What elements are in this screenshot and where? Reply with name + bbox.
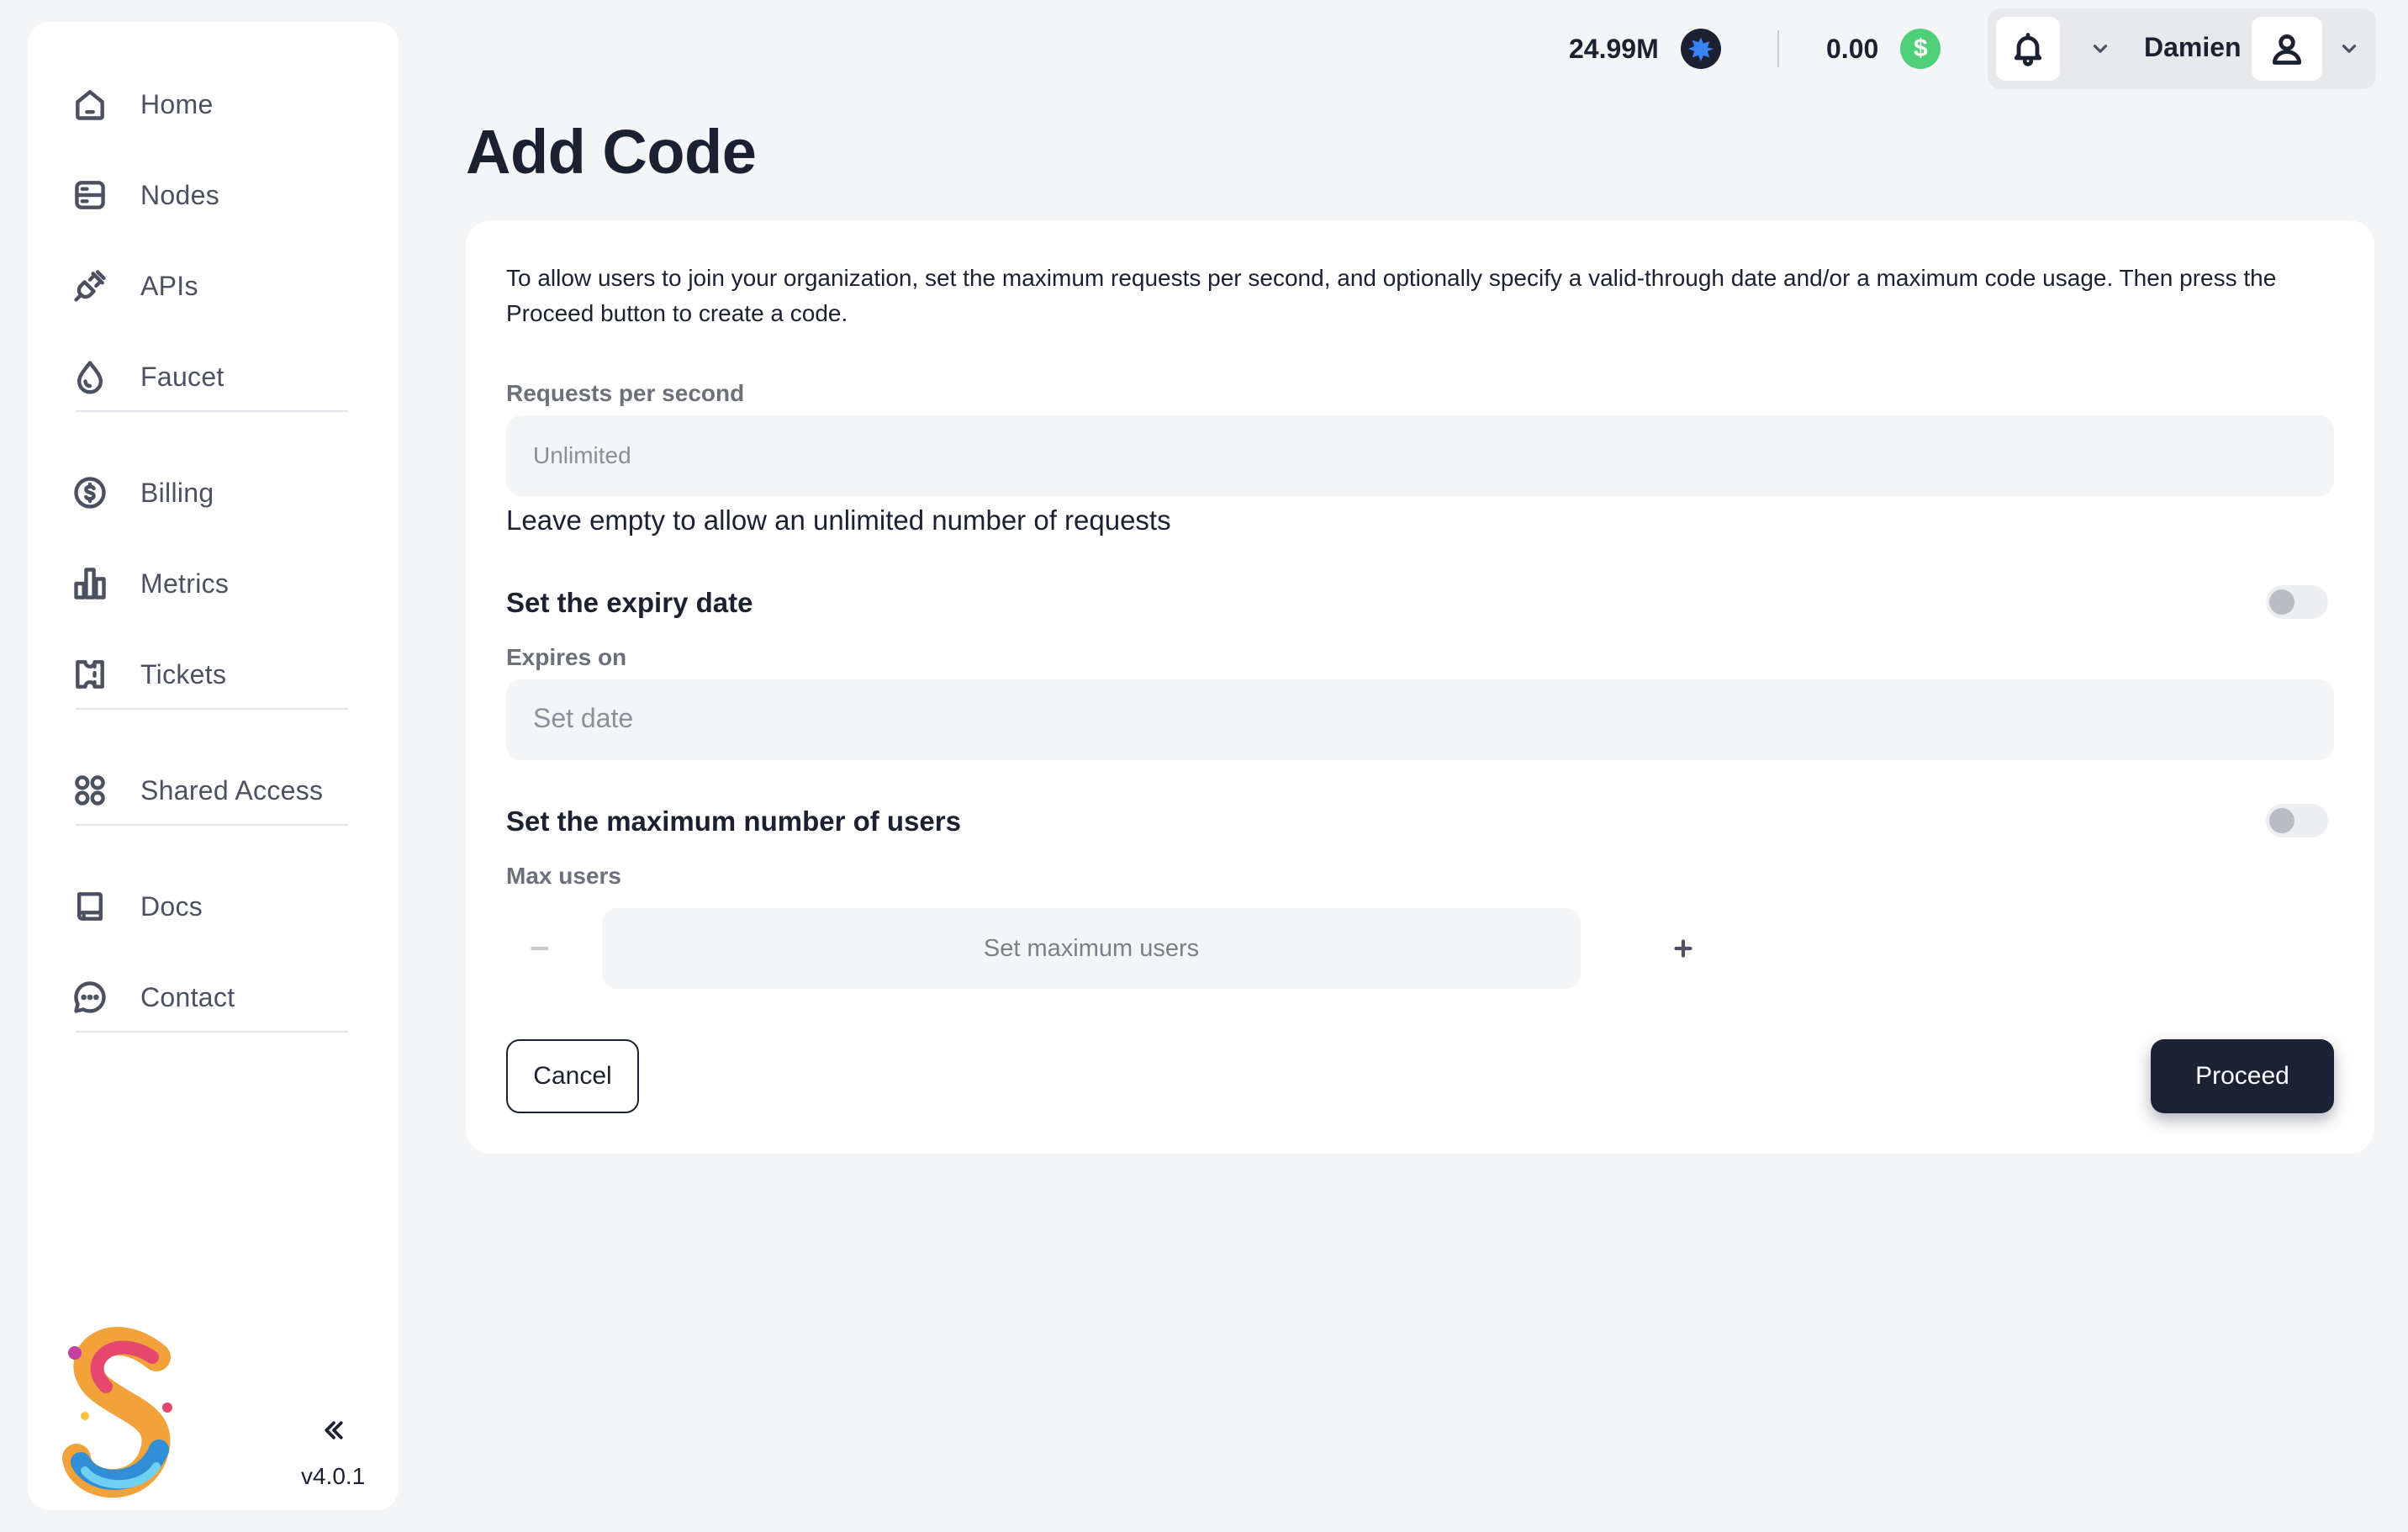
sidebar-item-label: APIs	[140, 270, 198, 301]
expiry-section-title: Set the expiry date	[506, 587, 753, 618]
sidebar-item-label: Metrics	[140, 568, 230, 599]
sidebar-item-label: Billing	[140, 477, 214, 508]
token-balance-value: 24.99M	[1569, 33, 1659, 64]
page-title: Add Code	[466, 117, 757, 187]
chevrons-left-icon	[325, 1421, 343, 1440]
brand-logo	[60, 1323, 186, 1500]
app-root: Home Nodes APIs Faucet Billing Metrics T…	[0, 0, 2408, 1532]
user-icon	[2272, 34, 2302, 65]
token-balance: 24.99M	[1569, 27, 1721, 71]
increment-button[interactable]	[1658, 923, 1708, 974]
expires-on-label: Expires on	[506, 644, 627, 670]
max-users-toggle[interactable]	[2266, 804, 2328, 837]
sidebar-divider	[76, 1031, 348, 1033]
proceed-button[interactable]: Proceed	[2151, 1039, 2334, 1113]
sidebar-item-apis[interactable]: APIs	[70, 254, 356, 318]
sidebar-item-faucet[interactable]: Faucet	[70, 345, 356, 409]
sidebar-item-label: Contact	[140, 981, 235, 1012]
sidebar-item-home[interactable]: Home	[70, 72, 356, 136]
minus-icon	[531, 946, 549, 951]
header-separator	[1777, 30, 1779, 67]
sidebar-item-tickets[interactable]: Tickets	[70, 642, 356, 706]
expiry-toggle[interactable]	[2266, 585, 2328, 619]
home-icon	[70, 84, 110, 124]
decrement-button[interactable]	[515, 923, 565, 974]
chat-bubble-icon	[70, 977, 110, 1017]
toggle-knob	[2269, 808, 2294, 833]
intro-text: To allow users to join your organization…	[506, 265, 2277, 326]
user-menu[interactable]: Damien	[2122, 8, 2376, 89]
user-name: Damien	[2144, 32, 2242, 62]
sidebar-item-label: Shared Access	[140, 774, 324, 806]
chevron-down-icon	[2342, 45, 2357, 53]
sidebar-item-docs[interactable]: Docs	[70, 874, 356, 938]
chevron-down-icon	[2093, 45, 2108, 53]
sidebar-item-contact[interactable]: Contact	[70, 965, 356, 1029]
version-label: v4.0.1	[301, 1463, 366, 1489]
max-users-label: Max users	[506, 863, 621, 889]
notifications-button[interactable]	[1996, 17, 2060, 81]
collapse-sidebar-button[interactable]	[317, 1413, 351, 1447]
sidebar-item-label: Home	[140, 88, 214, 119]
user-avatar-button[interactable]	[2252, 17, 2322, 81]
max-users-input[interactable]	[602, 908, 1581, 989]
dollar-circle-icon	[70, 473, 110, 513]
book-icon	[70, 886, 110, 927]
add-code-card: To allow users to join your organization…	[466, 220, 2374, 1154]
sidebar-item-billing[interactable]: Billing	[70, 461, 356, 525]
sidebar-item-nodes[interactable]: Nodes	[70, 163, 356, 227]
server-icon	[70, 175, 110, 215]
ticket-icon	[70, 654, 110, 695]
sidebar-divider	[76, 410, 348, 412]
bell-icon	[2014, 33, 2042, 66]
sidebar-item-label: Nodes	[140, 179, 219, 210]
blue-star-coin-icon	[1680, 29, 1721, 69]
usd-balance: 0.00 $	[1826, 27, 1941, 71]
max-users-section-title: Set the maximum number of users	[506, 806, 961, 837]
requests-help-text: Leave empty to allow an unlimited number…	[506, 505, 1171, 536]
sidebar-item-metrics[interactable]: Metrics	[70, 552, 356, 615]
drop-icon	[70, 357, 110, 397]
green-dollar-coin-icon: $	[1900, 29, 1941, 69]
expiry-date-input[interactable]	[506, 679, 2334, 760]
sidebar-divider	[76, 824, 348, 826]
requests-label: Requests per second	[506, 380, 745, 406]
sidebar-item-shared-access[interactable]: Shared Access	[70, 758, 356, 822]
sidebar-item-label: Docs	[140, 890, 203, 922]
bar-chart-icon	[70, 563, 110, 604]
notifications-dropdown-toggle[interactable]	[2087, 35, 2114, 62]
sidebar-item-label: Tickets	[140, 658, 227, 689]
user-dropdown-toggle[interactable]	[2336, 35, 2363, 62]
cancel-button[interactable]: Cancel	[506, 1039, 639, 1113]
plus-icon	[1674, 939, 1692, 958]
grid-circles-icon	[70, 770, 110, 811]
sidebar-divider	[76, 708, 348, 710]
requests-per-second-input[interactable]	[506, 415, 2334, 496]
toggle-knob	[2269, 589, 2294, 615]
sidebar-item-label: Faucet	[140, 361, 224, 392]
sidebar: Home Nodes APIs Faucet Billing Metrics T…	[28, 22, 399, 1510]
usd-balance-value: 0.00	[1826, 33, 1879, 64]
plug-icon	[70, 266, 110, 306]
